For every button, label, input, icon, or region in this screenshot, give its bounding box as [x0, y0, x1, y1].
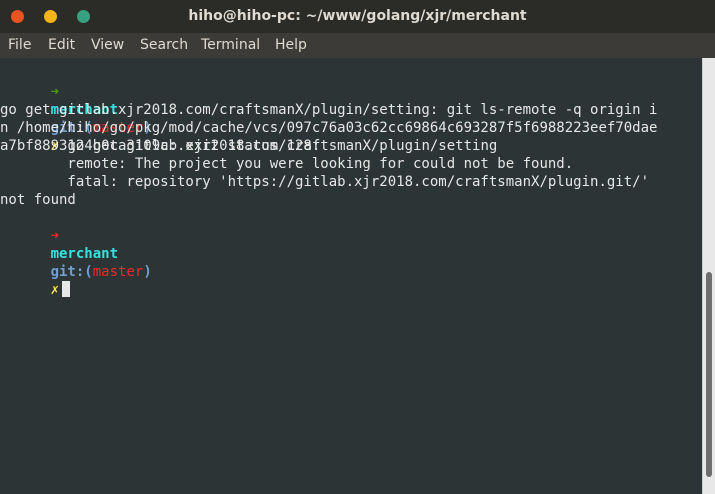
title-bar: hiho@hiho-pc: ~/www/golang/xjr/merchant: [0, 0, 715, 33]
scrollbar-thumb[interactable]: [706, 272, 712, 477]
prompt-git-close: ): [143, 264, 152, 280]
terminal-window: hiho@hiho-pc: ~/www/golang/xjr/merchant …: [0, 0, 715, 494]
prompt-arrow-icon: ➜: [50, 84, 60, 100]
prompt-directory: merchant: [50, 246, 119, 262]
menu-edit[interactable]: Edit: [48, 33, 75, 58]
prompt-branch: master: [92, 264, 144, 280]
menu-view[interactable]: View: [91, 33, 124, 58]
prompt-line-2: ➜ merchant git:(master) ✗: [0, 209, 152, 298]
terminal-cursor: [62, 281, 71, 297]
menu-search[interactable]: Search: [140, 33, 188, 58]
prompt-arrow-icon: ➜: [50, 228, 60, 244]
menu-terminal[interactable]: Terminal: [201, 33, 260, 58]
prompt-git-label: git:(: [50, 264, 93, 280]
output-line-6: fatal: repository 'https://gitlab.xjr201…: [0, 174, 650, 190]
output-line-2: go get gitlab.xjr2018.com/craftsmanX/plu…: [0, 102, 658, 118]
menu-help[interactable]: Help: [275, 33, 307, 58]
prompt-line-1: ➜ merchant git:(master) ✗ go get gitlab.…: [0, 65, 498, 154]
menu-file[interactable]: File: [8, 33, 31, 58]
output-line-7: not found: [0, 192, 76, 208]
output-line-4: a7bf8893124b0ca3109c: exit status 128:: [0, 138, 321, 154]
output-line-3: n /home/hiho/go/pkg/mod/cache/vcs/097c76…: [0, 120, 658, 136]
vertical-scrollbar[interactable]: [702, 58, 715, 494]
window-title: hiho@hiho-pc: ~/www/golang/xjr/merchant: [188, 8, 527, 24]
output-line-5: remote: The project you were looking for…: [0, 156, 574, 172]
terminal-content[interactable]: ➜ merchant git:(master) ✗ go get gitlab.…: [0, 58, 703, 494]
menu-bar: File Edit View Search Terminal Help: [0, 33, 715, 58]
dirty-mark-icon: ✗: [50, 282, 60, 298]
